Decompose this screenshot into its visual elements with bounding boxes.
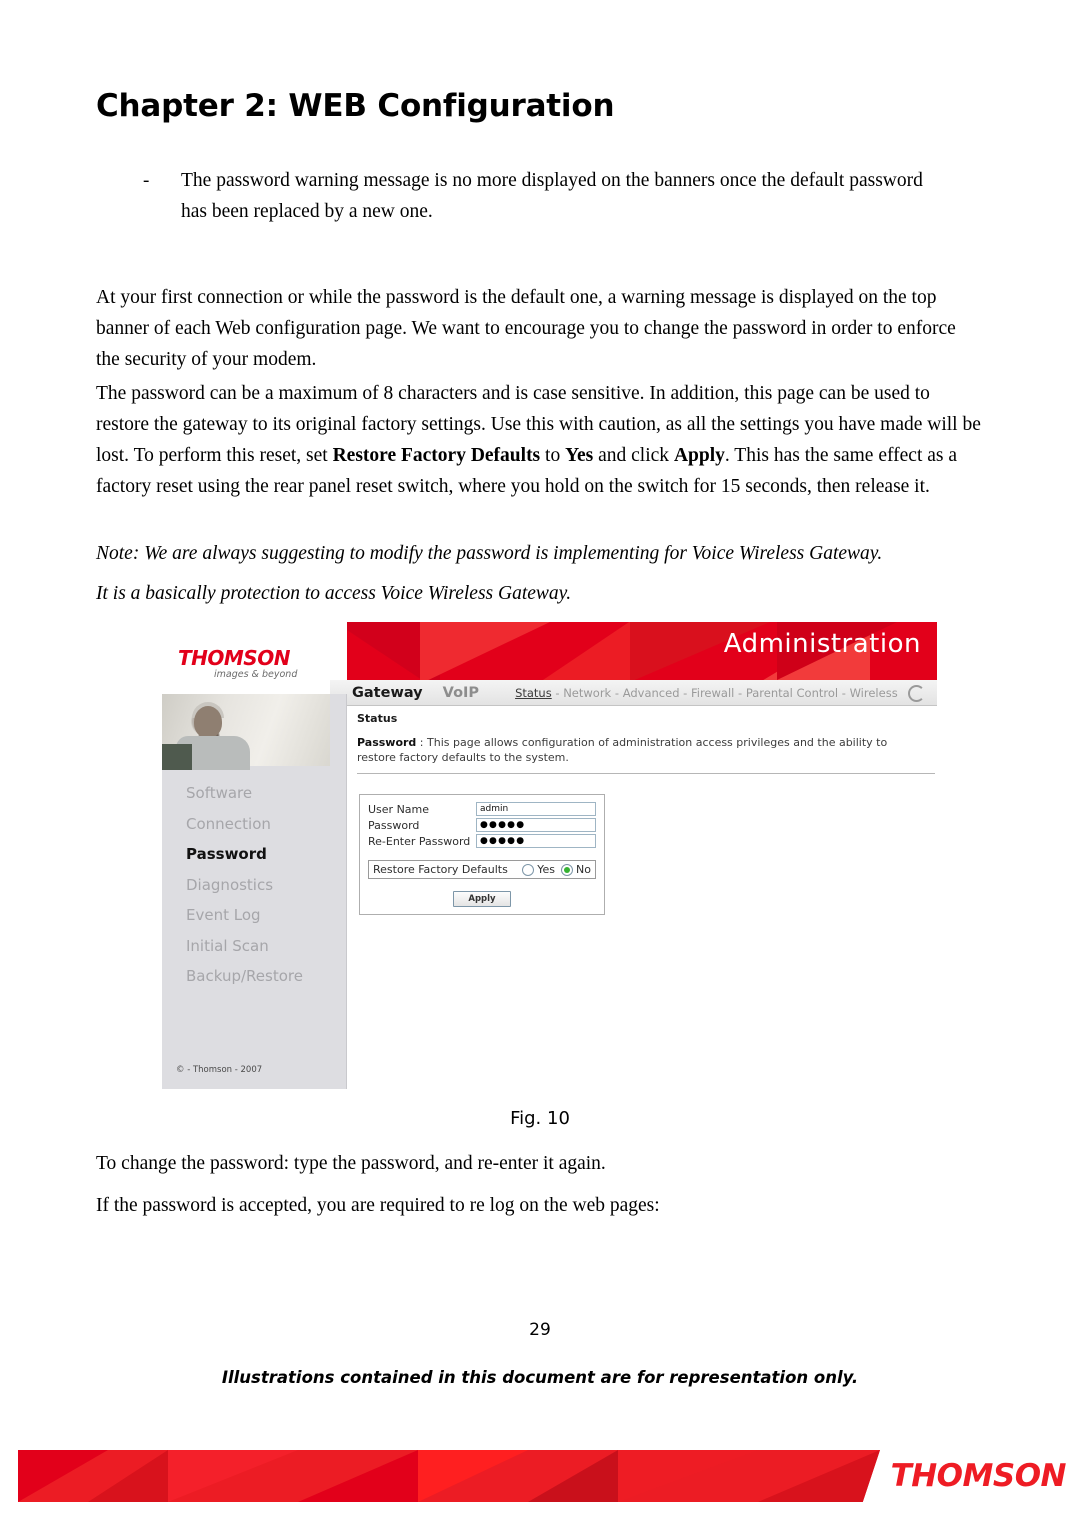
page-number: 29 bbox=[529, 1320, 551, 1340]
footer-facet bbox=[418, 1450, 528, 1502]
sidebar-menu: Software Connection Password Diagnostics… bbox=[162, 778, 330, 992]
reenter-password-input[interactable]: ●●●●● bbox=[476, 834, 596, 848]
password-input[interactable]: ●●●●● bbox=[476, 818, 596, 832]
nav-tab-gateway[interactable]: Gateway bbox=[352, 685, 423, 701]
nav-separator: - bbox=[683, 685, 688, 700]
banner-facet bbox=[420, 622, 550, 680]
content-description: Password : This page allows configuratio… bbox=[357, 735, 927, 765]
bullet-text: The password warning message is no more … bbox=[181, 170, 923, 222]
form-row-username: User Name admin bbox=[368, 802, 596, 816]
sidebar-item-software[interactable]: Software bbox=[162, 778, 330, 809]
restore-no-label: No bbox=[576, 863, 591, 876]
apply-button-row: Apply bbox=[368, 886, 596, 907]
tail-line-2: If the password is accepted, you are req… bbox=[96, 1195, 660, 1216]
footer-facet bbox=[88, 1450, 168, 1502]
screenshot-sidebar: Software Connection Password Diagnostics… bbox=[162, 694, 347, 1089]
nav-separator: - bbox=[555, 685, 560, 700]
para2-bold-apply: Apply bbox=[673, 445, 725, 466]
para2-part3: and click bbox=[593, 445, 674, 466]
form-row-password: Password ●●●●● bbox=[368, 818, 596, 832]
banner-facet bbox=[540, 622, 635, 680]
sidebar-item-event-log[interactable]: Event Log bbox=[162, 900, 330, 931]
para2-bold-yes: Yes bbox=[565, 445, 594, 466]
sidebar-item-initial-scan[interactable]: Initial Scan bbox=[162, 931, 330, 962]
footer-band: THOMSON bbox=[0, 1450, 1080, 1502]
nav-subtab-wireless[interactable]: Wireless bbox=[850, 686, 898, 700]
para2-bold-restore-factory-defaults: Restore Factory Defaults bbox=[332, 445, 541, 466]
disclaimer-text: Illustrations contained in this document… bbox=[221, 1368, 859, 1387]
document-page: Chapter 2: WEB Configuration - The passw… bbox=[0, 0, 1080, 1528]
photo-detail bbox=[162, 744, 192, 770]
restore-factory-defaults-row: Restore Factory Defaults Yes No bbox=[368, 860, 596, 879]
username-input[interactable]: admin bbox=[476, 802, 596, 816]
form-row-reenter-password: Re-Enter Password ●●●●● bbox=[368, 834, 596, 848]
figure-screenshot: Administration THOMSON images & beyond G… bbox=[162, 622, 937, 1089]
bullet-marker: - bbox=[143, 170, 150, 191]
nav-subtab-parental-control[interactable]: Parental Control bbox=[746, 686, 838, 700]
nav-subtab-status[interactable]: Status bbox=[515, 686, 552, 700]
page-title: Chapter 2: WEB Configuration bbox=[96, 88, 615, 124]
nav-separator: - bbox=[738, 685, 743, 700]
note-line-1: Note: We are always suggesting to modify… bbox=[96, 543, 883, 564]
screenshot-navbar: Gateway VoIP Status - Network - Advanced… bbox=[330, 680, 937, 706]
sidebar-item-connection[interactable]: Connection bbox=[162, 809, 330, 840]
paragraph-password-rules: The password can be a maximum of 8 chara… bbox=[96, 378, 984, 502]
content-section-title: Status bbox=[357, 712, 398, 725]
tail-line-1: To change the password: type the passwor… bbox=[96, 1153, 606, 1174]
photo-detail bbox=[194, 706, 222, 738]
username-label: User Name bbox=[368, 802, 430, 816]
footer-facet bbox=[168, 1450, 298, 1502]
nav-separator: - bbox=[614, 685, 620, 700]
sidebar-photo bbox=[162, 694, 330, 770]
banner-title: Administration bbox=[723, 629, 921, 659]
nav-subtabs: Status - Network - Advanced - Firewall -… bbox=[515, 686, 898, 700]
refresh-icon[interactable] bbox=[908, 685, 925, 702]
restore-factory-defaults-label: Restore Factory Defaults bbox=[373, 863, 508, 876]
nav-subtab-network[interactable]: Network bbox=[563, 686, 611, 700]
paragraph-intro: At your first connection or while the pa… bbox=[96, 287, 956, 370]
thomson-logo: THOMSON images & beyond bbox=[162, 622, 347, 694]
sidebar-item-password[interactable]: Password bbox=[162, 839, 330, 870]
restore-yes-radio[interactable] bbox=[522, 863, 535, 876]
screenshot-content: Status Password : This page allows confi… bbox=[347, 706, 937, 1089]
nav-separator: - bbox=[841, 685, 846, 700]
logo-wordmark: THOMSON bbox=[178, 646, 290, 670]
nav-subtab-firewall[interactable]: Firewall bbox=[691, 686, 734, 700]
nav-subtab-advanced[interactable]: Advanced bbox=[623, 686, 680, 700]
note-line-2: It is a basically protection to access V… bbox=[96, 583, 572, 604]
password-label: Password bbox=[368, 818, 420, 832]
footer-brand-logo: THOMSON bbox=[890, 1458, 1067, 1494]
apply-button[interactable]: Apply bbox=[453, 891, 511, 907]
content-description-label: Password bbox=[357, 736, 417, 749]
content-description-text: This page allows configuration of admini… bbox=[357, 736, 888, 764]
figure-caption: Fig. 10 bbox=[510, 1108, 570, 1129]
sidebar-copyright: © - Thomson - 2007 bbox=[176, 1065, 263, 1075]
footer-facet bbox=[758, 1450, 880, 1502]
screenshot-banner: Administration bbox=[330, 622, 937, 680]
reenter-password-label: Re-Enter Password bbox=[368, 834, 471, 848]
sidebar-item-diagnostics[interactable]: Diagnostics bbox=[162, 870, 330, 901]
footer-band-shape bbox=[18, 1450, 880, 1502]
footer-facet bbox=[528, 1450, 618, 1502]
restore-no-radio[interactable] bbox=[561, 863, 574, 876]
sidebar-item-backup-restore[interactable]: Backup/Restore bbox=[162, 961, 330, 992]
logo-tagline: images & beyond bbox=[214, 669, 298, 680]
content-description-separator: : bbox=[416, 736, 428, 749]
bullet-item: - The password warning message is no mor… bbox=[143, 165, 943, 227]
password-form: User Name admin Password ●●●●● Re-Enter … bbox=[359, 794, 605, 915]
para2-part2: to bbox=[540, 445, 566, 466]
nav-tab-voip[interactable]: VoIP bbox=[443, 685, 479, 701]
content-divider bbox=[357, 773, 935, 774]
footer-facet bbox=[298, 1450, 418, 1502]
restore-yes-label: Yes bbox=[537, 863, 556, 876]
footer-facet bbox=[618, 1450, 758, 1502]
